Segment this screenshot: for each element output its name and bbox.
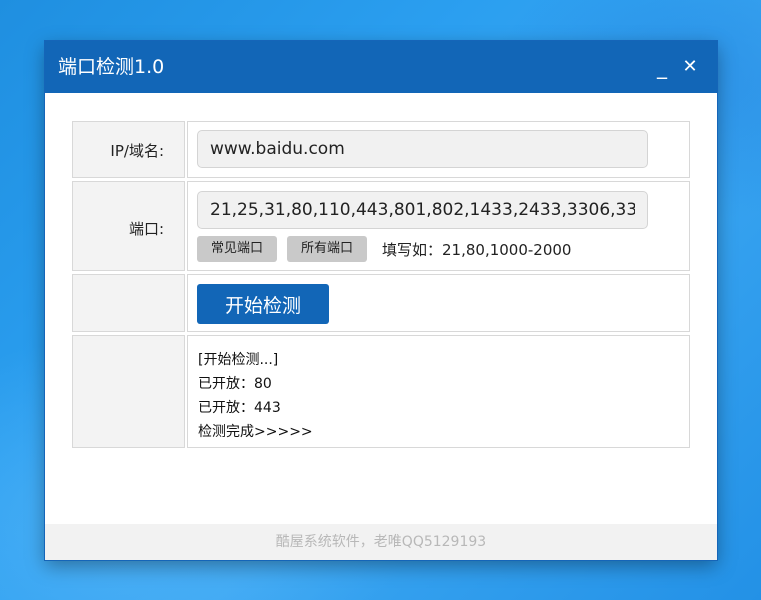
common-ports-button[interactable]: 常见端口 xyxy=(197,236,277,262)
window-title: 端口检测1.0 xyxy=(58,56,165,78)
log-line: 检测完成>>>>> xyxy=(198,424,313,440)
all-ports-button[interactable]: 所有端口 xyxy=(287,236,367,262)
action-label-cell xyxy=(72,274,185,332)
port-input[interactable] xyxy=(197,191,648,229)
port-label-cell: 端口: xyxy=(72,181,185,271)
log-label-cell xyxy=(72,335,185,448)
port-format-hint: 填写如：21,80,1000-2000 xyxy=(382,241,572,259)
action-cell: 开始检测 xyxy=(187,274,690,332)
title-bar[interactable]: 端口检测1.0 _ ✕ xyxy=(45,41,717,93)
host-input-cell xyxy=(187,121,690,178)
log-output: [开始检测...] 已开放：80 已开放：443 检测完成>>>>> xyxy=(187,335,690,448)
port-label: 端口: xyxy=(128,220,164,238)
minimize-button[interactable]: _ xyxy=(649,53,675,81)
log-line: 已开放：80 xyxy=(198,376,272,392)
close-button[interactable]: ✕ xyxy=(677,53,703,81)
app-window: 端口检测1.0 _ ✕ IP/域名: 端口: 常见端口 所有端口 填写如：21,… xyxy=(45,41,717,560)
log-line: [开始检测...] xyxy=(198,352,279,368)
host-label-cell: IP/域名: xyxy=(72,121,185,178)
host-label: IP/域名: xyxy=(110,142,164,160)
footer-credit: 酷屋系统软件，老唯QQ5129193 xyxy=(45,524,717,560)
start-scan-button[interactable]: 开始检测 xyxy=(197,284,329,324)
port-input-cell: 常见端口 所有端口 填写如：21,80,1000-2000 xyxy=(187,181,690,271)
host-input[interactable] xyxy=(197,130,648,168)
log-line: 已开放：443 xyxy=(198,400,281,416)
